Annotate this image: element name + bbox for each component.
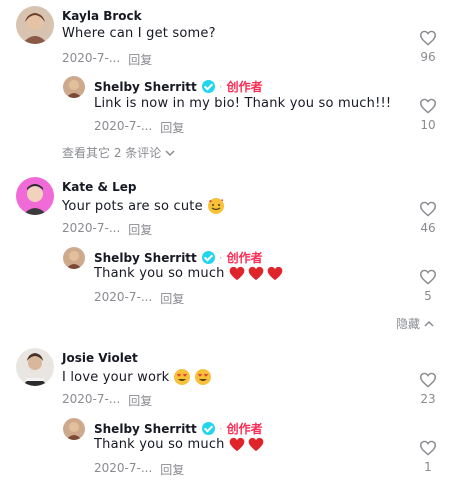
red-heart-icon	[229, 266, 244, 281]
comment-date: 2020-7-...	[62, 392, 121, 406]
heart-outline-icon	[419, 440, 437, 456]
comment-date: 2020-7-...	[62, 51, 121, 65]
like-count: 96	[420, 50, 436, 64]
view-more-label: 查看其它 2 条评论	[62, 146, 162, 160]
smiling-face-with-hearts-icon	[207, 197, 225, 215]
reply-author-name: Shelby Sherritt	[94, 79, 197, 94]
reply-date: 2020-7-...	[94, 119, 153, 133]
reply-meta: 2020-7-... 回复	[94, 461, 184, 478]
avatar[interactable]	[16, 177, 54, 215]
like-button[interactable]: 96	[413, 30, 443, 64]
like-count: 23	[420, 392, 436, 406]
heart-outline-icon	[419, 269, 437, 285]
hide-replies[interactable]: 隐藏	[396, 315, 434, 332]
view-more-replies[interactable]: 查看其它 2 条评论	[62, 144, 175, 161]
chevron-up-icon	[424, 320, 434, 327]
reply-text: Thank you so much	[94, 437, 264, 452]
reply-button[interactable]: 回复	[160, 461, 184, 478]
reply-button[interactable]: 回复	[128, 392, 152, 409]
reply-date: 2020-7-...	[94, 290, 153, 304]
reply-author[interactable]: Shelby Sherritt · 创作者	[94, 420, 263, 437]
comment-author[interactable]: Josie Violet	[62, 351, 138, 365]
red-heart-icon	[229, 437, 244, 452]
heart-eyes-icon	[174, 369, 191, 385]
avatar[interactable]	[16, 6, 54, 44]
avatar[interactable]	[63, 76, 85, 98]
red-heart-icon	[267, 266, 282, 281]
reply-meta: 2020-7-... 回复	[94, 119, 184, 136]
avatar[interactable]	[63, 247, 85, 269]
red-heart-icon	[248, 266, 263, 281]
red-heart-icon	[248, 437, 263, 452]
comment-text-body: Your pots are so cute	[62, 198, 203, 214]
comment-text: Where can I get some?	[62, 26, 216, 41]
like-button[interactable]: 46	[413, 201, 443, 235]
like-button[interactable]: 23	[413, 372, 443, 406]
comment-text: I love your work	[62, 368, 212, 386]
reply-button[interactable]: 回复	[128, 51, 152, 68]
reply-text: Link is now in my bio! Thank you so much…	[94, 96, 392, 111]
comment-text: Your pots are so cute	[62, 197, 225, 215]
reply-date: 2020-7-...	[94, 461, 153, 475]
separator-dot: ·	[218, 79, 223, 94]
comment-author[interactable]: Kayla Brock	[62, 9, 142, 23]
reply-text-body: Thank you so much	[94, 437, 225, 452]
heart-outline-icon	[419, 201, 437, 217]
like-button[interactable]: 5	[413, 269, 443, 303]
like-count: 10	[420, 118, 436, 132]
like-button[interactable]: 1	[413, 440, 443, 474]
red-heart-icons	[229, 437, 264, 452]
like-button[interactable]: 10	[413, 98, 443, 132]
like-count: 1	[424, 460, 432, 474]
reply-button[interactable]: 回复	[128, 221, 152, 238]
heart-outline-icon	[419, 372, 437, 388]
reply-author[interactable]: Shelby Sherritt · 创作者	[94, 249, 263, 266]
like-count: 46	[420, 221, 436, 235]
reply-button[interactable]: 回复	[160, 290, 184, 307]
comment-meta: 2020-7-... 回复	[62, 392, 152, 409]
creator-badge: 创作者	[226, 80, 263, 94]
reply-button[interactable]: 回复	[160, 119, 184, 136]
avatar[interactable]	[16, 348, 54, 386]
heart-outline-icon	[419, 30, 437, 46]
reply-text-body: Thank you so much	[94, 266, 225, 281]
reply-author-name: Shelby Sherritt	[94, 421, 197, 436]
separator-dot: ·	[218, 421, 223, 436]
avatar[interactable]	[63, 418, 85, 440]
heart-eyes-icons	[173, 368, 212, 386]
like-count: 5	[424, 289, 432, 303]
heart-eyes-icon	[195, 369, 212, 385]
comment-meta: 2020-7-... 回复	[62, 51, 152, 68]
comment-date: 2020-7-...	[62, 221, 121, 235]
comment-meta: 2020-7-... 回复	[62, 221, 152, 238]
verified-icon	[201, 422, 215, 435]
chevron-down-icon	[165, 149, 175, 156]
verified-icon	[201, 80, 215, 93]
creator-badge: 创作者	[226, 251, 263, 265]
red-heart-icons	[229, 266, 283, 281]
creator-badge: 创作者	[226, 422, 263, 436]
comment-author[interactable]: Kate & Lep	[62, 180, 136, 194]
reply-meta: 2020-7-... 回复	[94, 290, 184, 307]
verified-icon	[201, 251, 215, 264]
reply-text: Thank you so much	[94, 266, 283, 281]
hide-label: 隐藏	[396, 317, 421, 331]
reply-author-name: Shelby Sherritt	[94, 250, 197, 265]
separator-dot: ·	[218, 250, 223, 265]
comment-text-body: I love your work	[62, 369, 170, 385]
reply-author[interactable]: Shelby Sherritt · 创作者	[94, 78, 263, 95]
heart-outline-icon	[419, 98, 437, 114]
